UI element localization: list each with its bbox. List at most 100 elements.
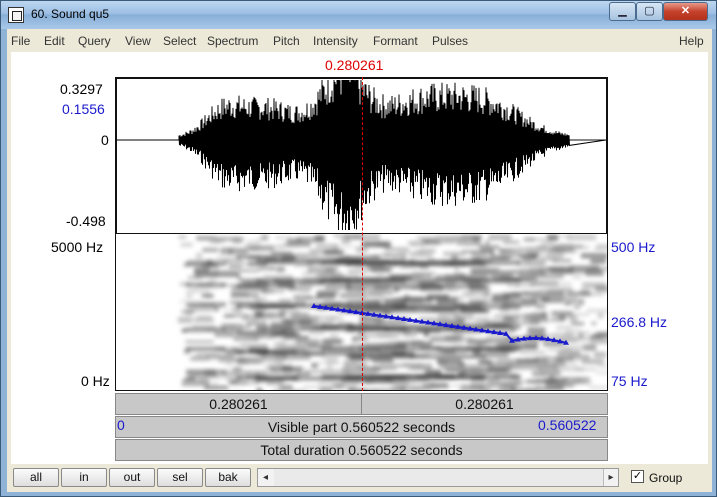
spectrogram-texture [503,240,520,245]
spectrogram-texture [595,285,607,293]
spectrogram-texture [311,363,318,368]
spectrogram-band [236,283,296,289]
spectrogram-texture [416,236,442,240]
spectrogram-texture [339,292,368,299]
scroll-left-icon[interactable]: ◂ [258,469,273,486]
total-duration-bar[interactable]: Total duration 0.560522 seconds [115,439,608,461]
menu-file[interactable]: File [11,34,30,48]
spectrogram-texture [194,267,210,273]
maximize-button[interactable]: ▢ [636,2,663,21]
spectrogram-texture [595,371,607,375]
spectrogram-texture [547,251,564,258]
spectrogram-texture [535,379,547,382]
spectrogram-texture [187,275,203,280]
spectrogram-texture [222,308,235,312]
spectrogram-texture [538,267,547,274]
spectrogram-texture [574,304,581,310]
spectrogram-texture [287,361,293,365]
spectrogram-texture [218,357,245,363]
spectrogram-texture [488,366,508,373]
spectrogram-texture [381,297,386,300]
spectrogram-texture [483,292,491,296]
menu-formant[interactable]: Formant [373,34,418,48]
spectrogram-texture [247,239,261,246]
time-scrollbar[interactable]: ◂ ▸ [257,468,619,487]
spectrogram-texture [281,309,301,316]
menu-edit[interactable]: Edit [44,34,65,48]
scroll-right-icon[interactable]: ▸ [603,469,618,486]
time-bar-left[interactable]: 0.280261 [116,394,362,414]
spectrogram-texture [494,314,517,319]
zoom-all-button[interactable]: all [13,468,59,487]
visible-part-bar[interactable]: Visible part 0.560522 seconds [115,416,608,438]
spectrogram-texture [185,340,214,344]
menu-pitch[interactable]: Pitch [273,34,300,48]
spectrogram-texture [444,368,461,372]
spectrogram-texture [249,290,259,296]
spectrogram-texture [222,246,238,254]
menu-select[interactable]: Select [163,34,196,48]
spectrogram-band [236,330,296,336]
spectrogram-texture [591,321,597,326]
close-button[interactable]: ✕ [663,2,708,21]
sound-drawing-area[interactable]: 0.280261 0.3297 0.1556 0 -0.498 5000 Hz … [11,52,708,464]
spectrogram-freq-top: 5000 Hz [51,239,104,255]
spectrogram-texture [384,247,410,251]
time-bar-right[interactable]: 0.280261 [362,394,607,414]
spectrogram-texture [213,306,219,312]
spectrogram-texture [454,313,474,321]
spectrogram-texture [348,269,368,274]
scrollbar-thumb[interactable] [274,469,603,486]
spectrogram-texture [461,384,484,389]
spectrogram-texture [196,252,203,260]
spectrogram-texture [272,389,303,390]
zoom-out-button[interactable]: out [109,468,155,487]
spectrogram-texture [521,255,532,261]
spectrogram-texture [181,328,187,333]
praat-window-icon [8,7,24,23]
spectrogram-texture [315,243,335,249]
spectrogram-texture [453,251,458,254]
spectrogram-texture [515,359,540,363]
spectrogram-texture [327,364,333,371]
spectrogram-texture [178,236,187,239]
group-checkbox[interactable]: ✓ [631,470,644,483]
spectrogram-texture [572,312,590,317]
spectrogram-texture [184,376,196,381]
zoom-sel-button[interactable]: sel [157,468,203,487]
spectrogram-texture [407,363,433,371]
spectrogram-texture [549,296,564,302]
zoom-back-button[interactable]: bak [205,468,251,487]
spectrogram-texture [511,386,517,390]
spectrogram-band [186,346,226,352]
spectrogram-texture [444,351,455,354]
menu-pulses[interactable]: Pulses [432,34,468,48]
waveform-y-top: 0.3297 [60,81,103,97]
menu-view[interactable]: View [125,34,151,48]
spectrogram-band [186,302,226,308]
spectrogram-texture [592,333,607,339]
title-bar[interactable]: 60. Sound qu5 ▁ ▢ ✕ [1,1,716,29]
zoom-in-button[interactable]: in [61,468,107,487]
spectrogram-texture [349,370,377,375]
spectrogram-texture [475,315,491,321]
spectrogram-texture [571,321,585,326]
spectrogram-texture [372,254,381,258]
menu-intensity[interactable]: Intensity [313,34,358,48]
spectrogram-band [186,327,226,333]
cursor-time-bar[interactable]: 0.280261 0.280261 [115,393,608,415]
spectrogram-band [321,346,521,352]
menu-help[interactable]: Help [679,34,704,48]
spectrogram-texture [303,386,318,389]
spectrogram-texture [279,384,293,390]
menu-spectrum[interactable]: Spectrum [207,34,258,48]
spectrogram-freq-bottom: 0 Hz [81,373,110,389]
sound-editor-window: 60. Sound qu5 ▁ ▢ ✕ File Edit Query View… [0,0,717,497]
minimize-button[interactable]: ▁ [609,2,636,21]
menu-query[interactable]: Query [78,34,111,48]
spectrogram-texture [353,388,377,390]
spectrogram-texture [229,260,245,266]
spectrogram-texture [273,342,289,349]
spectrogram-texture [398,364,407,367]
spectrogram-texture [547,348,572,352]
